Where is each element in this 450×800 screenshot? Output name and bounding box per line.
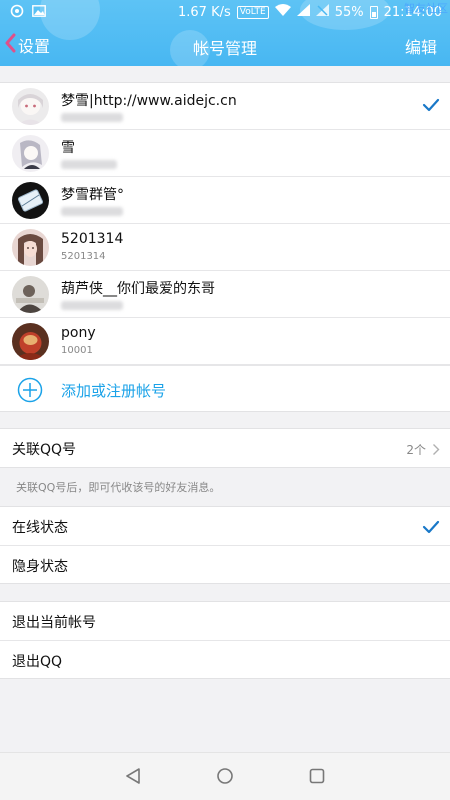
account-name: 葫芦侠__你们最爱的东哥	[61, 281, 215, 297]
qq-notification-icon	[10, 4, 24, 22]
logout-qq-button[interactable]: 退出QQ	[0, 640, 450, 678]
account-row[interactable]: 梦雪群管°	[0, 177, 450, 224]
watermark-text: 智友社区	[404, 2, 448, 15]
account-row[interactable]: pony 10001	[0, 318, 450, 365]
account-name: pony	[61, 325, 96, 341]
status-option-label: 隐身状态	[12, 559, 68, 575]
account-name: 梦雪|http://www.aidejc.cn	[61, 93, 237, 109]
avatar	[12, 135, 49, 172]
avatar	[12, 323, 49, 360]
top-bar: 1.67 K/s VoLTE 55% 21:14:00 智友社区 设置 帐号管理…	[0, 0, 450, 66]
account-number-blurred	[61, 301, 123, 310]
linked-qq-row[interactable]: 关联QQ号 2个	[0, 429, 450, 467]
signal-icon-2	[315, 4, 329, 20]
check-icon	[422, 97, 440, 116]
account-row[interactable]: 梦雪|http://www.aidejc.cn	[0, 83, 450, 130]
logout-current-label: 退出当前帐号	[12, 615, 96, 631]
add-account-button[interactable]: 添加或注册帐号	[0, 365, 450, 411]
account-number: 10001	[61, 345, 93, 356]
account-number-blurred	[61, 207, 123, 216]
avatar	[12, 88, 49, 125]
account-name: 梦雪群管°	[61, 187, 124, 203]
status-option-online[interactable]: 在线状态	[0, 507, 450, 545]
linked-qq-section: 关联QQ号 2个	[0, 428, 450, 467]
linked-qq-count: 2个	[406, 443, 426, 457]
back-triangle-icon[interactable]	[124, 767, 142, 789]
plus-circle-icon	[17, 377, 43, 407]
edit-button[interactable]: 编辑	[405, 34, 437, 58]
account-number: 5201314	[61, 251, 106, 262]
account-name: 5201314	[61, 231, 124, 247]
content: 梦雪|http://www.aidejc.cn 雪 梦雪群管° 5201314 …	[0, 66, 450, 679]
page-title: 帐号管理	[192, 39, 257, 58]
system-nav-bar	[0, 752, 450, 800]
linked-qq-label: 关联QQ号	[12, 442, 77, 458]
signal-icon	[296, 4, 310, 20]
wifi-icon	[274, 4, 291, 20]
image-notification-icon	[32, 5, 46, 21]
status-option-label: 在线状态	[12, 520, 68, 536]
avatar	[12, 182, 49, 219]
recents-square-icon[interactable]	[308, 767, 326, 789]
home-circle-icon[interactable]	[216, 767, 234, 789]
add-account-label: 添加或注册帐号	[61, 382, 167, 400]
avatar	[12, 229, 49, 266]
account-number-blurred	[61, 113, 123, 122]
avatar	[12, 276, 49, 313]
nav-header: 设置 帐号管理 编辑	[0, 24, 450, 66]
linked-qq-hint: 关联QQ号后，即可代收该号的好友消息。	[0, 467, 450, 507]
check-icon	[422, 519, 440, 538]
battery-icon	[369, 5, 378, 19]
chevron-right-icon	[432, 441, 440, 460]
account-list: 梦雪|http://www.aidejc.cn 雪 梦雪群管° 5201314 …	[0, 82, 450, 412]
account-row[interactable]: 5201314 5201314	[0, 224, 450, 271]
account-row[interactable]: 葫芦侠__你们最爱的东哥	[0, 271, 450, 318]
status-bar: 1.67 K/s VoLTE 55% 21:14:00 智友社区	[0, 0, 450, 24]
account-name: 雪	[61, 140, 75, 156]
account-number-blurred	[61, 160, 117, 169]
logout-section: 退出当前帐号 退出QQ	[0, 601, 450, 679]
battery-percent: 55%	[334, 4, 364, 20]
network-speed: 1.67 K/s	[178, 4, 231, 20]
status-section: 在线状态 隐身状态	[0, 507, 450, 584]
status-option-invisible[interactable]: 隐身状态	[0, 545, 450, 583]
logout-qq-label: 退出QQ	[12, 654, 63, 670]
account-row[interactable]: 雪	[0, 130, 450, 177]
logout-current-button[interactable]: 退出当前帐号	[0, 602, 450, 640]
volte-badge: VoLTE	[236, 5, 269, 19]
